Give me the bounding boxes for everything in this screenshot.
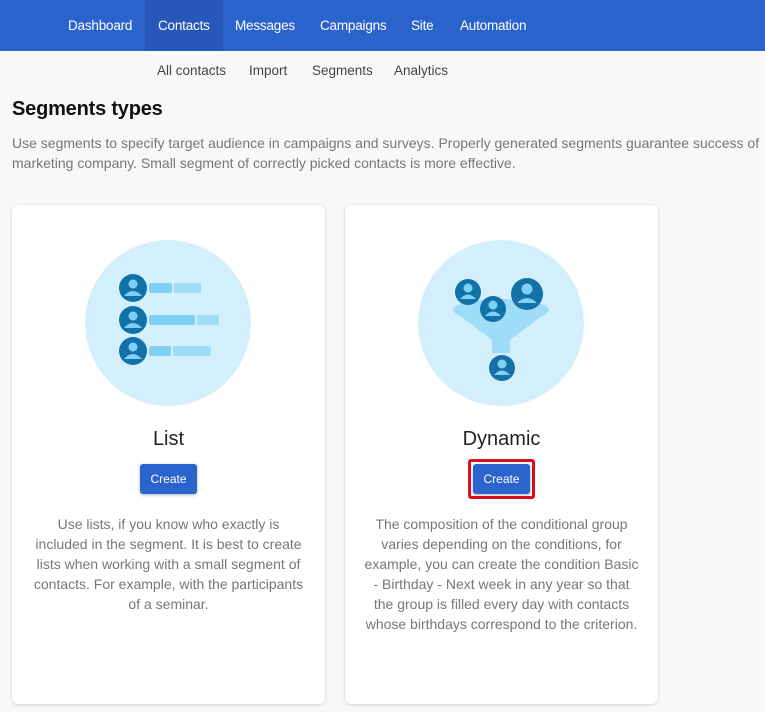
nav-campaigns[interactable]: Campaigns: [307, 0, 400, 51]
nav-messages[interactable]: Messages: [222, 0, 308, 51]
nav-dashboard[interactable]: Dashboard: [55, 0, 145, 51]
sub-navigation: All contacts Import Segments Analytics: [0, 51, 765, 91]
create-list-button[interactable]: Create: [140, 464, 197, 494]
page-intro: Use segments to specify target audience …: [12, 135, 760, 171]
subnav-segments[interactable]: Segments: [312, 63, 373, 78]
highlight-box: Create: [468, 459, 535, 499]
nav-site[interactable]: Site: [398, 0, 446, 51]
page-title: Segments types: [12, 98, 163, 120]
create-dynamic-button[interactable]: Create: [473, 464, 530, 494]
nav-automation[interactable]: Automation: [447, 0, 539, 51]
contact-funnel-icon: [418, 240, 584, 406]
card-description: Use lists, if you know who exactly is in…: [33, 516, 304, 612]
segment-card-dynamic: Dynamic Create The composition of the co…: [345, 205, 658, 704]
contact-list-icon: [85, 240, 251, 406]
card-description: The composition of the conditional group…: [364, 516, 639, 632]
segment-card-list: List Create Use lists, if you know who e…: [12, 205, 325, 704]
top-navigation: Dashboard Contacts Messages Campaigns Si…: [0, 0, 765, 51]
card-title: Dynamic: [462, 428, 541, 450]
subnav-analytics[interactable]: Analytics: [394, 63, 448, 78]
card-title: List: [152, 428, 185, 450]
subnav-all-contacts[interactable]: All contacts: [157, 63, 226, 78]
nav-contacts[interactable]: Contacts: [145, 0, 223, 51]
subnav-import[interactable]: Import: [249, 63, 287, 78]
